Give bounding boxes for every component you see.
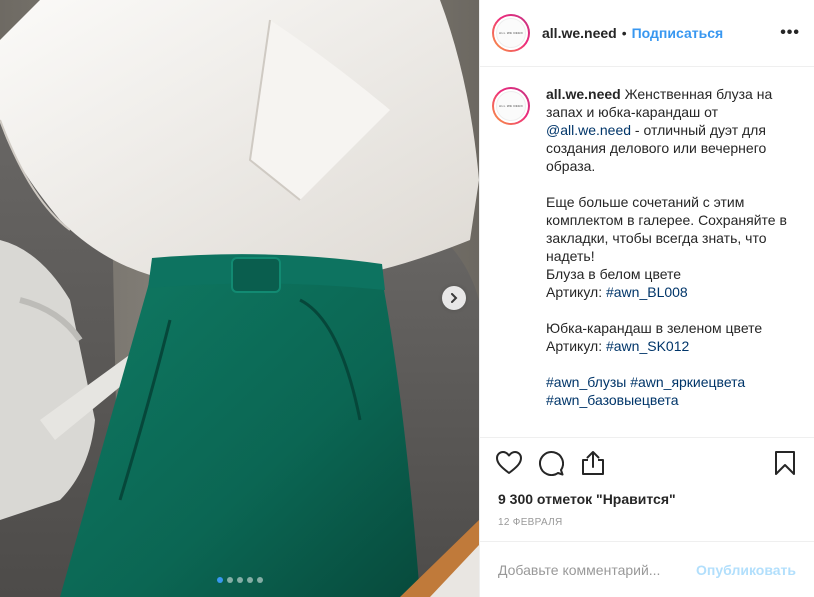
next-slide-button[interactable]: [442, 286, 466, 310]
mention-link[interactable]: @all.we.need: [546, 122, 631, 138]
carousel-dot: [226, 577, 233, 583]
action-bar: [480, 438, 814, 488]
caption-text: all.we.need Женственная блуза на запах и…: [546, 85, 796, 437]
comment-icon: [539, 451, 564, 476]
like-button[interactable]: [496, 450, 522, 476]
follow-button[interactable]: Подписаться: [632, 25, 724, 41]
carousel-dot: [216, 577, 223, 583]
hashtag-link[interactable]: #awn_яркиецвета: [630, 374, 745, 390]
caption-part: . .: [546, 428, 550, 438]
hashtag-link[interactable]: #awn_базовыецвета: [546, 392, 679, 408]
caption-section: ALL WE NEED all.we.need Женственная блуз…: [480, 67, 814, 438]
hashtag-link[interactable]: #awn_BL008: [606, 284, 688, 300]
save-button[interactable]: [772, 450, 798, 476]
post-sidebar: ALL WE NEED all.we.need • Подписаться ••…: [479, 0, 814, 597]
header-username[interactable]: all.we.need: [542, 25, 617, 41]
avatar[interactable]: ALL WE NEED: [492, 14, 530, 52]
carousel-dot: [236, 577, 243, 583]
avatar-logo: ALL WE NEED: [496, 18, 526, 48]
share-button[interactable]: [580, 450, 606, 476]
carousel-dot: [256, 577, 263, 583]
bookmark-icon: [775, 451, 795, 475]
hashtag-link[interactable]: #awn_SK012: [606, 338, 689, 354]
carousel-indicators: [0, 577, 479, 583]
caption-part: - отличный дуэт для создания делового ил…: [546, 122, 787, 300]
heart-icon: [496, 451, 522, 474]
post-photo[interactable]: [0, 0, 479, 597]
comment-button[interactable]: [538, 450, 564, 476]
post-date[interactable]: 12 февраля: [480, 510, 814, 538]
chevron-right-icon: [451, 293, 458, 303]
caption-avatar[interactable]: ALL WE NEED: [492, 87, 530, 125]
comment-form: Опубликовать: [480, 541, 814, 597]
photo-image: [0, 0, 479, 597]
avatar-logo: ALL WE NEED: [496, 91, 526, 121]
instagram-post: ALL WE NEED all.we.need • Подписаться ••…: [0, 0, 814, 597]
more-options-button[interactable]: •••: [780, 24, 800, 42]
caption-username[interactable]: all.we.need: [546, 86, 621, 102]
share-icon: [582, 451, 604, 475]
comment-input[interactable]: [498, 561, 697, 578]
post-header: ALL WE NEED all.we.need • Подписаться ••…: [480, 0, 814, 67]
likes-count[interactable]: 9 300 отметок "Нравится": [480, 488, 814, 510]
header-separator: •: [621, 25, 627, 41]
carousel-dot: [246, 577, 253, 583]
post-comment-button[interactable]: Опубликовать: [696, 562, 796, 578]
hashtag-link[interactable]: #awn_блузы: [546, 374, 626, 390]
